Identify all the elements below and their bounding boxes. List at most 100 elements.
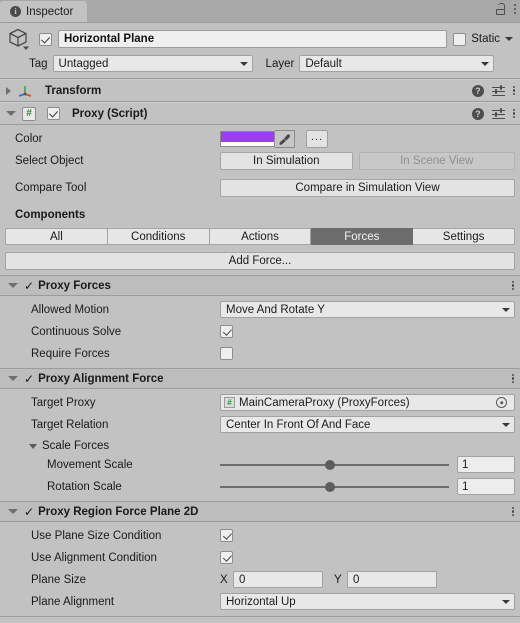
row-use-alignment-condition: Use Alignment Condition xyxy=(5,548,515,567)
row-plane-size: Plane Size X 0 Y 0 xyxy=(5,570,515,589)
help-icon[interactable]: ? xyxy=(471,107,484,120)
row-target-proxy: Target Proxy # MainCameraProxy (ProxyFor… xyxy=(5,393,515,412)
target-relation-value: Center In Front Of And Face xyxy=(226,418,371,431)
gameobject-enabled-checkbox[interactable] xyxy=(39,32,52,46)
target-proxy-objectfield[interactable]: # MainCameraProxy (ProxyForces) xyxy=(220,394,515,411)
enabled-checkmark-icon: ✓ xyxy=(24,504,35,519)
subcomponent-header-proxy-alignment-force[interactable]: ✓ Proxy Alignment Force xyxy=(0,368,520,389)
movement-scale-input[interactable]: 1 xyxy=(457,456,515,473)
kebab-menu-icon[interactable] xyxy=(511,280,514,291)
cube-icon[interactable] xyxy=(7,27,33,51)
kebab-menu-icon[interactable] xyxy=(512,85,515,96)
row-add-force: Add Force... xyxy=(5,249,515,270)
chevron-down-icon xyxy=(502,422,510,427)
lock-open-icon[interactable] xyxy=(495,3,506,15)
add-force-button[interactable]: Add Force... xyxy=(5,252,515,270)
proxy-enabled-checkbox[interactable] xyxy=(47,107,60,120)
foldout-arrow-icon[interactable] xyxy=(8,509,18,514)
component-title-transform: Transform xyxy=(45,84,102,97)
component-tab-actions[interactable]: Actions xyxy=(209,228,312,245)
use-plane-size-condition-checkbox[interactable] xyxy=(220,529,233,542)
foldout-arrow-icon[interactable] xyxy=(8,376,18,381)
kebab-menu-icon[interactable] xyxy=(512,108,515,119)
tag-dropdown[interactable]: Untagged xyxy=(52,55,253,72)
plane-alignment-dropdown[interactable]: Horizontal Up xyxy=(220,593,515,610)
proxy-alignment-force-body: Target Proxy # MainCameraProxy (ProxyFor… xyxy=(0,389,520,501)
component-tabstrip[interactable]: All Conditions Actions Forces Settings xyxy=(5,228,515,245)
rotation-scale-slider[interactable] xyxy=(220,481,457,492)
gameobject-name-input[interactable]: Horizontal Plane xyxy=(58,30,448,48)
color-label: Color xyxy=(15,132,43,145)
tag-value: Untagged xyxy=(58,57,109,70)
scale-forces-label: Scale Forces xyxy=(42,440,110,452)
tab-inspector-label: Inspector xyxy=(26,5,74,18)
info-icon: i xyxy=(10,6,21,17)
target-relation-dropdown[interactable]: Center In Front Of And Face xyxy=(220,416,515,433)
require-forces-checkbox[interactable] xyxy=(220,347,233,360)
object-picker-icon[interactable] xyxy=(496,397,507,408)
kebab-menu-icon[interactable] xyxy=(511,373,514,384)
plane-size-x-axis-label: X xyxy=(220,573,228,586)
foldout-arrow-icon[interactable] xyxy=(6,86,11,95)
movement-scale-slider[interactable] xyxy=(220,459,457,470)
chevron-down-icon xyxy=(481,61,490,66)
components-header: Components xyxy=(15,208,86,221)
foldout-arrow-icon[interactable] xyxy=(8,283,18,288)
enabled-checkmark-icon: ✓ xyxy=(24,278,35,293)
subcomponent-title: Proxy Forces xyxy=(38,279,111,292)
foldout-arrow-icon[interactable] xyxy=(6,111,16,116)
plane-size-y-input[interactable]: 0 xyxy=(347,571,437,588)
script-icon: # xyxy=(224,397,235,408)
plane-size-x-input[interactable]: 0 xyxy=(233,571,323,588)
gameobject-header: Horizontal Plane Static Tag Untagged Lay… xyxy=(0,23,520,79)
use-alignment-condition-checkbox[interactable] xyxy=(220,551,233,564)
row-plane-alignment: Plane Alignment Horizontal Up xyxy=(5,592,515,611)
continuous-solve-checkbox[interactable] xyxy=(220,325,233,338)
row-color: Color ... xyxy=(5,129,515,148)
row-target-relation: Target Relation Center In Front Of And F… xyxy=(5,415,515,434)
layer-value: Default xyxy=(305,57,342,70)
preset-settings-icon[interactable] xyxy=(491,107,505,120)
compare-in-simulation-view-button[interactable]: Compare in Simulation View xyxy=(220,178,515,197)
component-tab-conditions[interactable]: Conditions xyxy=(107,228,210,245)
transform-axis-icon xyxy=(17,84,33,98)
in-scene-view-button[interactable]: In Scene View xyxy=(358,151,515,170)
static-checkbox[interactable] xyxy=(453,32,467,46)
preset-settings-icon[interactable] xyxy=(491,84,505,97)
row-rotation-scale: Rotation Scale 1 xyxy=(5,477,515,496)
in-simulation-button[interactable]: In Simulation xyxy=(220,151,353,170)
kebab-menu-icon[interactable] xyxy=(513,4,516,14)
row-scale-forces-group[interactable]: Scale Forces xyxy=(5,437,515,455)
tab-inspector[interactable]: i Inspector xyxy=(0,1,88,22)
enabled-checkmark-icon: ✓ xyxy=(24,371,35,386)
subcomponent-header-proxy-forces[interactable]: ✓ Proxy Forces xyxy=(0,275,520,296)
component-header-transform[interactable]: Transform ? xyxy=(0,79,520,102)
layer-dropdown[interactable]: Default xyxy=(299,55,495,72)
help-icon[interactable]: ? xyxy=(471,84,484,97)
component-tab-all[interactable]: All xyxy=(5,228,108,245)
color-swatch[interactable] xyxy=(220,130,275,147)
compare-tool-label: Compare Tool xyxy=(15,181,87,194)
subcomponent-header-proxy-region-force-plane-2d[interactable]: ✓ Proxy Region Force Plane 2D xyxy=(0,501,520,522)
foldout-arrow-icon[interactable] xyxy=(29,443,37,449)
proxy-region-force-plane-2d-body: Use Plane Size Condition Use Alignment C… xyxy=(0,522,520,616)
row-use-plane-size-condition: Use Plane Size Condition xyxy=(5,526,515,545)
continuous-solve-label: Continuous Solve xyxy=(31,325,122,338)
component-tab-forces[interactable]: Forces xyxy=(311,228,414,245)
allowed-motion-value: Move And Rotate Y xyxy=(226,303,325,316)
proxy-forces-body: Allowed Motion Move And Rotate Y Continu… xyxy=(0,296,520,368)
static-dropdown-icon[interactable] xyxy=(505,37,513,41)
kebab-menu-icon[interactable] xyxy=(511,506,514,517)
row-components-header: Components xyxy=(5,205,515,224)
subcomponent-title: Proxy Region Force Plane 2D xyxy=(38,505,199,518)
color-more-button[interactable]: ... xyxy=(306,129,328,148)
rotation-scale-input[interactable]: 1 xyxy=(457,478,515,495)
layer-label: Layer xyxy=(265,57,295,70)
movement-scale-label: Movement Scale xyxy=(47,458,133,471)
component-tab-settings[interactable]: Settings xyxy=(413,228,515,245)
allowed-motion-dropdown[interactable]: Move And Rotate Y xyxy=(220,301,515,318)
eyedropper-icon[interactable] xyxy=(275,129,295,148)
component-header-proxy-script[interactable]: # Proxy (Script) ? xyxy=(0,102,520,125)
row-require-forces: Require Forces xyxy=(5,344,515,363)
panel-bottom-strip xyxy=(0,616,520,623)
